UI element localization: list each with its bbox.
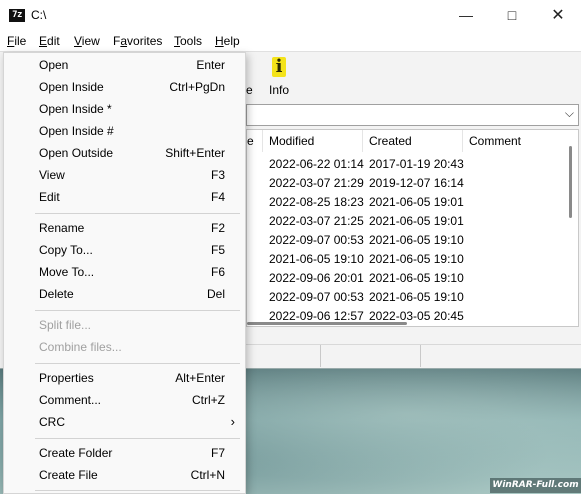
file-menu-dropdown: Open Enter Open Inside Ctrl+PgDn Open In…	[3, 52, 246, 494]
menu-item-copy-to[interactable]: Copy To... F5	[4, 239, 245, 261]
modified-cell: 2021-06-05 19:10	[269, 252, 364, 266]
menu-edit[interactable]: Edit	[39, 34, 60, 48]
minimize-icon: —	[459, 7, 473, 23]
column-header-modified[interactable]: Modified	[269, 134, 314, 148]
created-cell: 2021-06-05 19:10	[369, 271, 464, 285]
table-row[interactable]: 2022-09-06 20:01 2021-06-05 19:10	[247, 268, 578, 287]
created-cell: 2021-06-05 19:01	[369, 195, 464, 209]
menu-item-comment[interactable]: Comment... Ctrl+Z	[4, 389, 245, 411]
menu-separator	[35, 363, 240, 364]
modified-cell: 2022-09-07 00:53	[269, 290, 364, 304]
created-cell: 2022-03-05 20:45	[369, 309, 464, 323]
column-header-comment[interactable]: Comment	[469, 134, 521, 148]
menu-item-properties[interactable]: Properties Alt+Enter	[4, 367, 245, 389]
vertical-scrollbar[interactable]	[569, 146, 572, 218]
menu-item-open[interactable]: Open Enter	[4, 54, 245, 76]
menu-separator	[35, 490, 240, 491]
modified-cell: 2022-08-25 18:23	[269, 195, 364, 209]
column-header-row: ze Modified Created Comment	[247, 130, 578, 152]
title-bar: 7z C:\ — □ ✕	[0, 0, 581, 31]
table-row[interactable]: 2022-08-25 18:23 2021-06-05 19:01	[247, 192, 578, 211]
table-row[interactable]: 2022-06-22 01:14 2017-01-19 20:43	[247, 154, 578, 173]
modified-cell: 2022-06-22 01:14	[269, 157, 364, 171]
toolbar-button-partial-label[interactable]: e	[246, 83, 253, 97]
menu-item-combine-files: Combine files...	[39, 340, 122, 354]
menu-item-move-to[interactable]: Move To... F6	[4, 261, 245, 283]
app-logo-icon: 7z	[9, 9, 25, 22]
created-cell: 2021-06-05 19:10	[369, 233, 464, 247]
menu-item-open-outside[interactable]: Open Outside Shift+Enter	[4, 142, 245, 164]
chevron-down-icon[interactable]: ⌵	[565, 106, 574, 121]
table-row[interactable]: 2022-03-07 21:25 2021-06-05 19:01	[247, 211, 578, 230]
created-cell: 2021-06-05 19:01	[369, 214, 464, 228]
maximize-button[interactable]: □	[489, 0, 535, 31]
menu-file[interactable]: File	[7, 34, 27, 48]
status-divider	[320, 345, 321, 367]
menu-item-open-inside[interactable]: Open Inside Ctrl+PgDn	[4, 76, 245, 98]
chevron-right-icon: ›	[230, 414, 235, 429]
menu-item-split-file: Split file...	[39, 318, 92, 332]
modified-cell: 2022-09-07 00:53	[269, 233, 364, 247]
menu-item-create-folder[interactable]: Create Folder F7	[4, 442, 245, 464]
file-list[interactable]: ze Modified Created Comment 2022-06-22 0…	[246, 129, 579, 327]
maximize-icon: □	[507, 7, 517, 23]
column-header-size[interactable]: ze	[247, 134, 254, 148]
site-watermark: WinRAR-Full.com	[490, 478, 581, 493]
window-title: C:\	[31, 8, 47, 22]
table-row[interactable]: 2021-06-05 19:10 2021-06-05 19:10	[247, 249, 578, 268]
menu-separator	[35, 310, 240, 311]
menu-item-delete[interactable]: Delete Del	[4, 283, 245, 305]
minimize-button[interactable]: —	[443, 0, 489, 31]
created-cell: 2019-12-07 16:14	[369, 176, 464, 190]
table-row[interactable]: 2022-09-07 00:53 2021-06-05 19:10	[247, 287, 578, 306]
column-divider[interactable]	[462, 130, 463, 152]
menu-item-create-file[interactable]: Create File Ctrl+N	[4, 464, 245, 486]
close-icon: ✕	[551, 7, 565, 24]
status-bar	[246, 344, 581, 367]
modified-cell: 2022-09-06 12:57	[269, 309, 364, 323]
menu-separator	[35, 213, 240, 214]
created-cell: 2017-01-19 20:43	[369, 157, 464, 171]
table-row[interactable]: 2022-09-07 00:53 2021-06-05 19:10	[247, 230, 578, 249]
menu-tools[interactable]: Tools	[174, 34, 202, 48]
status-divider	[420, 345, 421, 367]
menu-item-edit[interactable]: Edit F4	[4, 186, 245, 208]
address-bar[interactable]: ⌵	[246, 104, 579, 126]
menu-view[interactable]: View	[74, 34, 100, 48]
horizontal-scrollbar[interactable]	[247, 322, 407, 325]
table-row[interactable]: 2022-03-07 21:29 2019-12-07 16:14	[247, 173, 578, 192]
modified-cell: 2022-03-07 21:29	[269, 176, 364, 190]
menu-separator	[35, 438, 240, 439]
close-button[interactable]: ✕	[535, 0, 581, 31]
menu-favorites[interactable]: Favorites	[113, 34, 162, 48]
info-icon: i	[272, 57, 286, 77]
menu-item-open-inside-hash[interactable]: Open Inside #	[4, 120, 245, 142]
menu-help[interactable]: Help	[215, 34, 240, 48]
modified-cell: 2022-09-06 20:01	[269, 271, 364, 285]
info-button-label: Info	[269, 83, 290, 97]
menu-item-crc[interactable]: CRC ›	[4, 411, 245, 433]
menu-item-rename[interactable]: Rename F2	[4, 217, 245, 239]
column-header-created[interactable]: Created	[369, 134, 412, 148]
menu-item-open-inside-star[interactable]: Open Inside *	[4, 98, 245, 120]
created-cell: 2021-06-05 19:10	[369, 252, 464, 266]
column-divider[interactable]	[262, 130, 263, 152]
column-divider[interactable]	[362, 130, 363, 152]
menu-item-view[interactable]: View F3	[4, 164, 245, 186]
menu-bar: File Edit View Favorites Tools Help	[0, 31, 581, 51]
modified-cell: 2022-03-07 21:25	[269, 214, 364, 228]
created-cell: 2021-06-05 19:10	[369, 290, 464, 304]
